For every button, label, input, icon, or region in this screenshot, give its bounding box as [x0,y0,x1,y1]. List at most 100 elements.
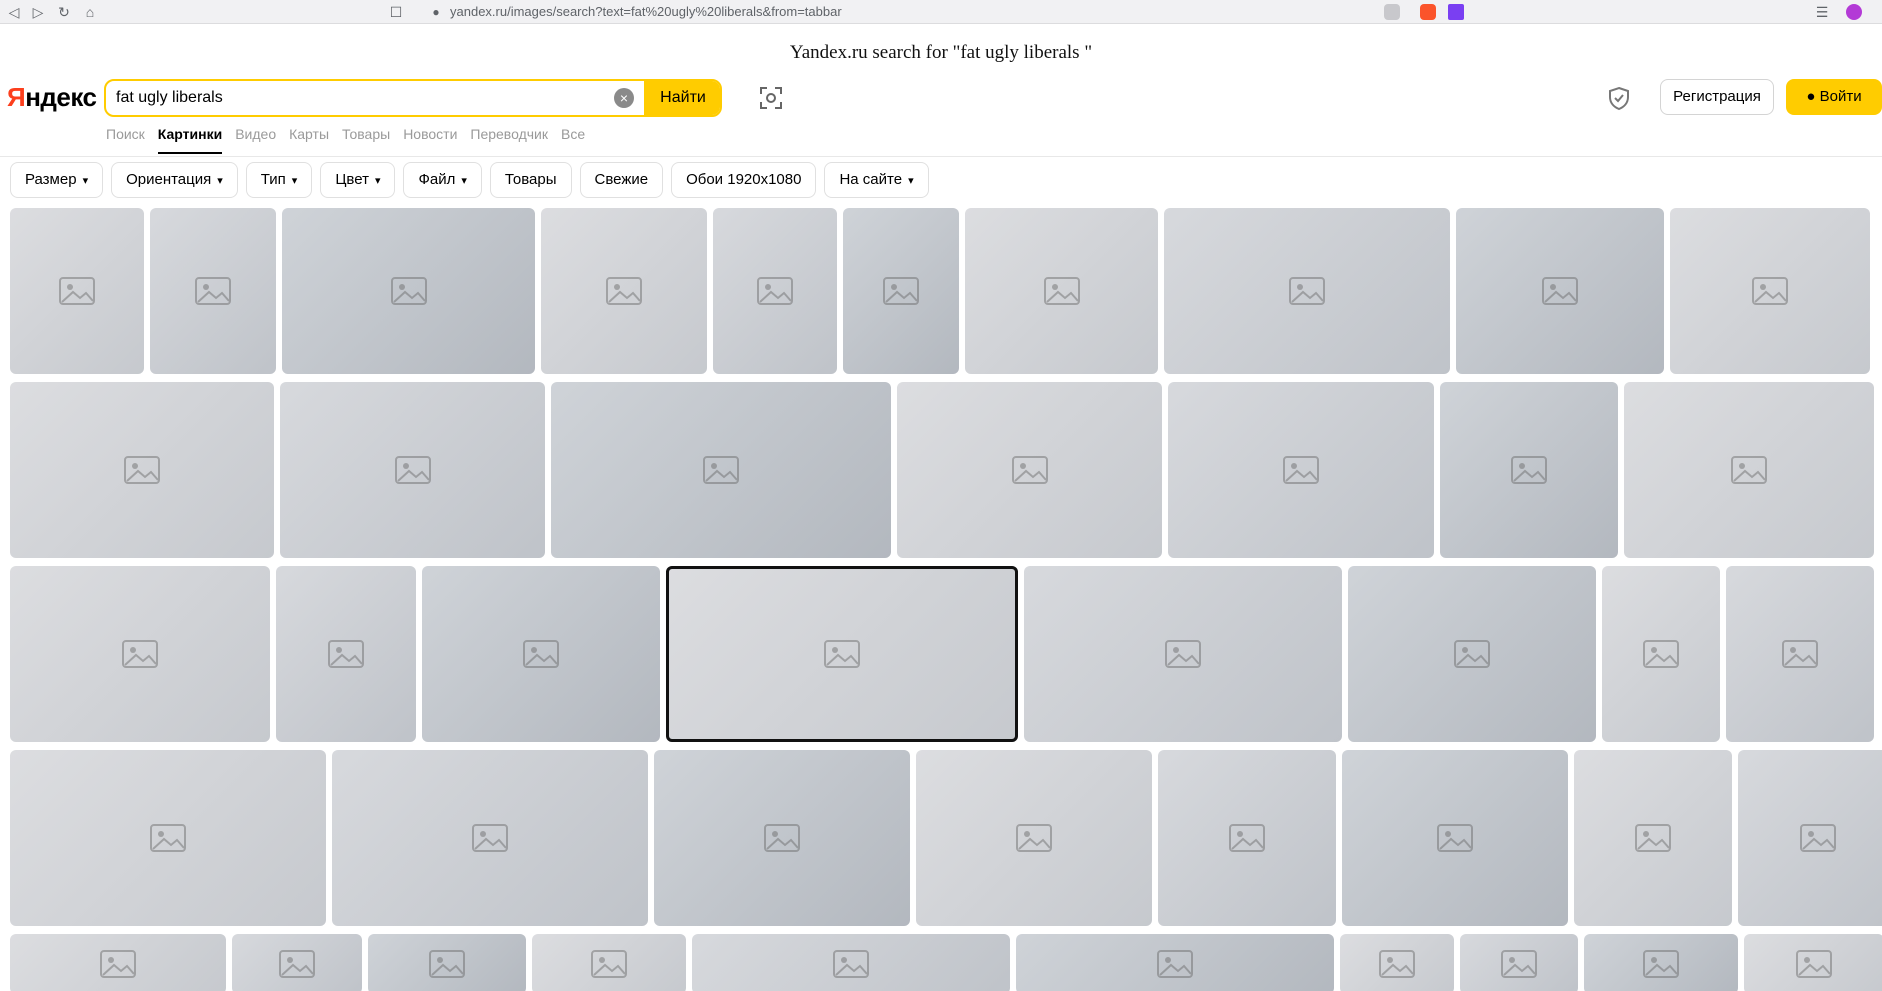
image-thumbnail[interactable] [897,382,1162,558]
clear-icon[interactable]: × [614,88,634,108]
forward-icon[interactable]: ▷ [28,2,48,22]
chevron-down-icon: ▾ [82,175,89,187]
yandex-logo[interactable]: Яндекс [7,82,97,113]
image-thumbnail[interactable] [10,208,144,374]
search-input[interactable] [106,81,641,115]
back-icon[interactable]: ◁ [4,2,24,22]
image-thumbnail[interactable] [1744,934,1882,991]
image-thumbnail[interactable] [276,566,416,742]
image-thumbnail[interactable] [1602,566,1720,742]
image-thumbnail[interactable] [1456,208,1664,374]
results-row [10,566,1874,742]
brave-shield-icon[interactable] [1420,4,1436,20]
image-thumbnail[interactable] [10,566,270,742]
image-thumbnail[interactable] [532,934,686,991]
service-tabs: Поиск Картинки Видео Карты Товары Новости Пере… [106,124,598,154]
filter-chip-1[interactable]: Ориентация ▾ [111,162,238,198]
image-thumbnail[interactable] [280,382,545,558]
tab-1[interactable]: Картинки [157,124,223,154]
profile-avatar[interactable] [1846,4,1862,20]
tab-2[interactable]: Видео [235,124,276,154]
filter-chip-3[interactable]: Цвет ▾ [320,162,396,198]
image-thumbnail[interactable] [1574,750,1732,926]
search-box: × Найти [104,79,722,117]
image-placeholder-icon [59,277,95,305]
filter-chip-5[interactable]: Товары [489,162,572,198]
filter-chip-4[interactable]: Файл ▾ [403,162,482,198]
filter-bar: Размер ▾ Ориентация ▾ Тип ▾ Цвет ▾ Файл ▾ Товары Св… [10,162,929,198]
image-thumbnail[interactable] [332,750,648,926]
menu-icon[interactable]: ☰ [1812,2,1832,22]
shield-icon[interactable] [1606,85,1632,111]
image-thumbnail[interactable] [422,566,660,742]
login-button[interactable]: ● Войти [1786,79,1882,115]
image-placeholder-icon [833,950,869,978]
image-thumbnail[interactable] [843,208,959,374]
image-placeholder-icon [1229,824,1265,852]
filter-chip-6[interactable]: Свежие [579,162,664,198]
image-thumbnail[interactable] [1164,208,1450,374]
image-thumbnail[interactable] [10,750,326,926]
image-placeholder-icon [824,640,860,668]
tab-7[interactable]: Все [561,124,585,154]
image-thumbnail[interactable] [916,750,1152,926]
image-thumbnail[interactable] [1348,566,1596,742]
image-thumbnail[interactable] [1670,208,1870,374]
filter-chip-8[interactable]: На сайте ▾ [824,162,929,198]
image-placeholder-icon [1643,950,1679,978]
tab-5[interactable]: Новости [403,124,457,154]
image-thumbnail[interactable] [1158,750,1336,926]
image-placeholder-icon [1782,640,1818,668]
image-thumbnail[interactable] [965,208,1158,374]
image-thumbnail[interactable] [551,382,891,558]
image-thumbnail[interactable] [368,934,526,991]
image-thumbnail[interactable] [10,382,274,558]
image-thumbnail[interactable] [654,750,910,926]
image-placeholder-icon [1289,277,1325,305]
image-thumbnail[interactable] [692,934,1010,991]
image-thumbnail[interactable] [1460,934,1578,991]
tab-3[interactable]: Карты [289,124,329,154]
image-placeholder-icon [1542,277,1578,305]
filter-chip-7[interactable]: Обои 1920x1080 [671,162,817,198]
tab-6[interactable]: Переводчик [470,124,548,154]
image-thumbnail[interactable] [232,934,362,991]
image-thumbnail[interactable] [1738,750,1882,926]
image-thumbnail[interactable] [1440,382,1618,558]
image-thumbnail[interactable] [1584,934,1738,991]
address-bar[interactable]: yandex.ru/images/search?text=fat%20ugly%… [450,4,842,19]
filter-chip-0[interactable]: Размер ▾ [10,162,104,198]
register-button[interactable]: Регистрация [1660,79,1774,115]
image-thumbnail[interactable] [713,208,837,374]
image-thumbnail[interactable] [1024,566,1342,742]
image-thumbnail[interactable] [1726,566,1874,742]
image-placeholder-icon [100,950,136,978]
image-thumbnail[interactable] [150,208,276,374]
image-thumbnail[interactable] [541,208,707,374]
bookmark-icon[interactable]: ☐ [386,2,406,22]
translate-icon[interactable] [1384,4,1400,20]
image-placeholder-icon [1635,824,1671,852]
home-icon[interactable]: ⌂ [80,2,100,22]
filter-chip-2[interactable]: Тип ▾ [245,162,313,198]
tab-4[interactable]: Товары [342,124,390,154]
tab-0[interactable]: Поиск [106,124,145,154]
image-placeholder-icon [1157,950,1193,978]
image-thumbnail[interactable] [1624,382,1874,558]
image-thumbnail[interactable] [282,208,535,374]
image-thumbnail[interactable] [666,566,1018,742]
image-thumbnail[interactable] [1016,934,1334,991]
image-placeholder-icon [394,456,431,484]
search-button[interactable]: Найти [644,81,720,115]
image-placeholder-icon [1501,950,1537,978]
image-thumbnail[interactable] [1340,934,1454,991]
image-thumbnail[interactable] [1168,382,1434,558]
image-thumbnail[interactable] [1342,750,1568,926]
image-placeholder-icon [703,456,739,484]
image-placeholder-icon [757,277,793,305]
image-placeholder-icon [1800,824,1836,852]
rewards-icon[interactable] [1448,4,1464,20]
image-thumbnail[interactable] [10,934,226,991]
reload-icon[interactable]: ↻ [54,2,74,22]
image-search-icon[interactable] [758,85,784,111]
